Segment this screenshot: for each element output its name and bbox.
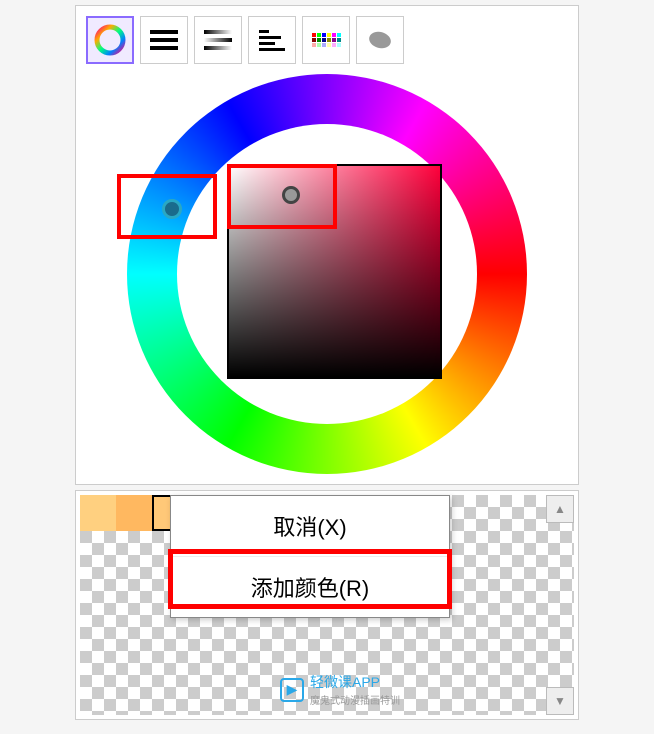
tab-blob[interactable] [356,16,404,64]
color-wheel-icon [94,24,126,56]
color-picker-panel [75,5,579,485]
watermark-subtitle: 魔鬼式动漫插画特训 [310,692,400,707]
tab-lines[interactable] [140,16,188,64]
list-icon [259,30,285,51]
color-wheel-area [127,74,527,474]
blob-icon [366,26,394,54]
tab-palette[interactable] [302,16,350,64]
lines-icon [150,30,178,50]
tab-color-wheel[interactable] [86,16,134,64]
gradient-icon [204,30,232,50]
annotation-hue-highlight [117,174,217,239]
scroll-down-button[interactable]: ▼ [546,687,574,715]
swatch-grid[interactable]: 取消(X) 添加颜色(R) ▶ 轻微课APP 魔鬼式动漫插画特训 [80,495,574,715]
annotation-sv-highlight [227,164,337,229]
swatch-1[interactable] [116,495,152,531]
watermark-icon: ▶ [280,678,304,702]
scroll-up-button[interactable]: ▲ [546,495,574,523]
menu-cancel[interactable]: 取消(X) [171,496,449,557]
tab-list[interactable] [248,16,296,64]
tab-gradient[interactable] [194,16,242,64]
watermark: ▶ 轻微课APP 魔鬼式动漫插画特训 [280,672,400,707]
picker-mode-toolbar [86,16,568,64]
watermark-title: 轻微课APP [310,672,400,692]
swatch-0[interactable] [80,495,116,531]
annotation-menu-highlight [168,549,452,609]
swatch-panel: 取消(X) 添加颜色(R) ▶ 轻微课APP 魔鬼式动漫插画特训 ▲ ▼ [75,490,579,720]
palette-icon [312,33,341,47]
